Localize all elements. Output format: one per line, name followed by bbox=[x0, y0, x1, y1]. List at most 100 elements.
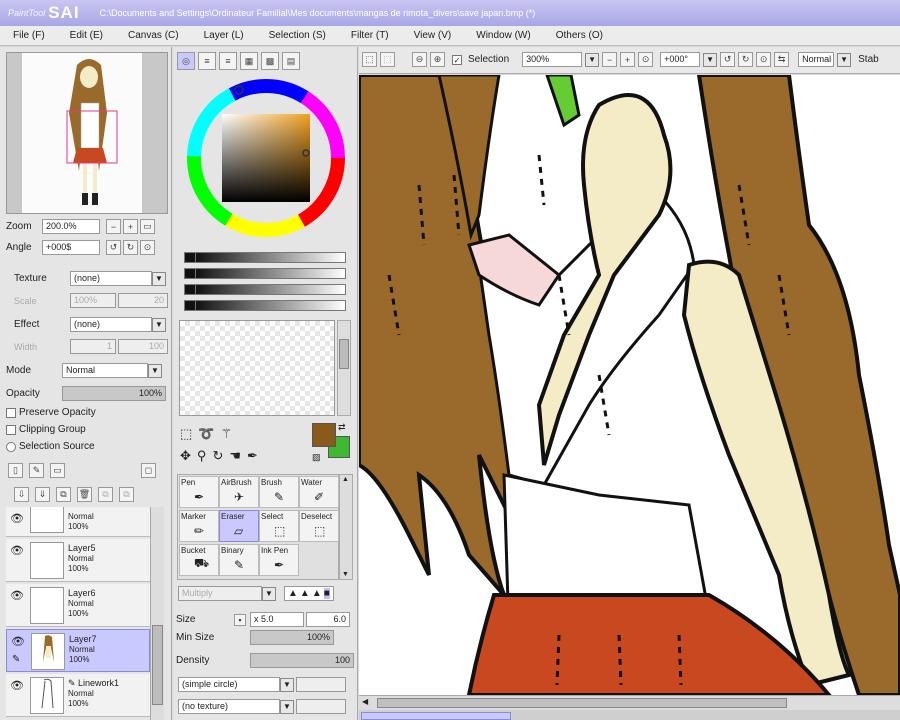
layer-mask-icon[interactable]: ◻ bbox=[141, 463, 156, 478]
zoom-in-button[interactable]: + bbox=[123, 219, 138, 234]
chevron-down-icon[interactable]: ▼ bbox=[152, 271, 166, 286]
rect-select-icon[interactable]: ⬚ bbox=[180, 426, 192, 442]
eye-icon[interactable]: 👁 bbox=[11, 635, 25, 648]
scroll-left-icon[interactable]: ◀ bbox=[362, 697, 368, 706]
menu-filter[interactable]: Filter (T) bbox=[338, 30, 401, 41]
swap-colors-icon[interactable]: ⇄ bbox=[338, 422, 346, 433]
swatches-tab-icon[interactable]: ▩ bbox=[261, 52, 279, 70]
chevron-down-icon[interactable]: ▼ bbox=[148, 363, 162, 378]
transparent-color-icon[interactable]: ▨ bbox=[312, 452, 321, 463]
chevron-down-icon[interactable]: ▼ bbox=[703, 52, 718, 67]
rotate-reset-icon[interactable]: ⊙ bbox=[756, 52, 772, 67]
scroll-up-icon[interactable]: ▲ bbox=[342, 476, 349, 483]
new-folder-icon[interactable]: ▭ bbox=[50, 463, 65, 478]
selection-show-icon[interactable]: ⬚ bbox=[380, 52, 395, 67]
menu-layer[interactable]: Layer (L) bbox=[191, 30, 256, 41]
shape-square-icon[interactable]: ■ bbox=[323, 588, 330, 599]
gradation-tab-icon[interactable]: ▦ bbox=[240, 52, 258, 70]
texture-strength-field[interactable]: 20 bbox=[118, 293, 168, 308]
brush-shape-selector[interactable]: ▲ ▲ ▲ ■ bbox=[284, 586, 334, 601]
brush-texture-select[interactable]: (no texture) bbox=[178, 699, 280, 714]
chevron-down-icon[interactable]: ▼ bbox=[585, 52, 600, 67]
tool-binary[interactable]: Binary ✎ bbox=[219, 544, 259, 576]
color-bar-2[interactable] bbox=[184, 268, 346, 279]
effect-width-field[interactable]: 1 bbox=[70, 339, 116, 354]
clipping-group-checkbox[interactable] bbox=[6, 424, 16, 435]
magic-wand-icon[interactable]: ⚚ bbox=[220, 426, 232, 442]
rotate-ccw-icon[interactable]: ↺ bbox=[720, 52, 736, 67]
texture-scale-field[interactable]: 100% bbox=[70, 293, 116, 308]
size-multiplier[interactable]: x 5.0 bbox=[250, 612, 304, 627]
rotate-reset-button[interactable]: ⊙ bbox=[140, 240, 155, 255]
eye-icon[interactable]: 👁 bbox=[10, 589, 24, 602]
color-bar-3[interactable] bbox=[184, 284, 346, 295]
tool-airbrush[interactable]: AirBrush ✈ bbox=[219, 476, 259, 508]
canvas-tab[interactable] bbox=[361, 712, 511, 720]
clear-layer-icon[interactable]: ⧉ bbox=[98, 487, 113, 502]
lasso-icon[interactable]: ➰ bbox=[198, 426, 214, 442]
selection-source-row[interactable]: Selection Source bbox=[6, 441, 95, 452]
menu-window[interactable]: Window (W) bbox=[463, 30, 542, 41]
menu-others[interactable]: Others (O) bbox=[543, 30, 615, 41]
rotate-right-button[interactable]: ↻ bbox=[123, 240, 138, 255]
brush-texture-strength[interactable] bbox=[296, 699, 346, 714]
canvas-zoom-field[interactable]: 300% bbox=[522, 52, 583, 67]
blend-mode-select[interactable]: Normal bbox=[62, 363, 148, 378]
zoom-in-canvas-icon[interactable]: ⊕ bbox=[430, 52, 445, 67]
eye-icon[interactable]: 👁 bbox=[10, 512, 24, 525]
size-range-toggle[interactable]: ▪ bbox=[234, 613, 246, 626]
scratchpad-scrollbar[interactable] bbox=[337, 320, 351, 416]
minsize-slider[interactable]: 100% bbox=[250, 630, 334, 645]
zoom-plus-icon[interactable]: + bbox=[620, 52, 636, 67]
new-linework-layer-icon[interactable]: ✎ bbox=[29, 463, 44, 478]
clipping-group-row[interactable]: Clipping Group bbox=[6, 424, 86, 435]
layer-item-layer7-selected[interactable]: 👁 ✎ Layer7 Normal 100% bbox=[6, 629, 150, 672]
scroll-down-icon[interactable]: ▼ bbox=[342, 571, 349, 578]
brush-shape-strength[interactable] bbox=[296, 677, 346, 692]
zoom-tool-icon[interactable]: ⚲ bbox=[197, 448, 207, 464]
zoom-out-canvas-icon[interactable]: ⊖ bbox=[412, 52, 427, 67]
shape-dome-icon[interactable]: ▲ bbox=[312, 588, 322, 599]
canvas-angle-field[interactable]: +000° bbox=[660, 52, 701, 67]
zoom-field[interactable]: 200.0% bbox=[42, 219, 100, 234]
eye-icon[interactable]: 👁 bbox=[10, 544, 24, 557]
rotate-tool-icon[interactable]: ↻ bbox=[212, 448, 223, 464]
brush-blend-select[interactable]: Multiply bbox=[178, 586, 262, 601]
layer-item-linework1[interactable]: 👁 ✎ Linework1 Normal 100% bbox=[6, 674, 150, 717]
selection-source-radio[interactable] bbox=[6, 441, 16, 452]
zoom-minus-icon[interactable]: − bbox=[602, 52, 618, 67]
layer-item-4[interactable]: 👁 Normal 100% bbox=[6, 507, 150, 537]
tool-scrollbar[interactable]: ▲ ▼ bbox=[339, 474, 353, 580]
flip-horizontal-icon[interactable]: ⇆ bbox=[774, 52, 790, 67]
hsv-slider-tab-icon[interactable]: ≡ bbox=[219, 52, 237, 70]
preserve-opacity-row[interactable]: Preserve Opacity bbox=[6, 407, 96, 418]
color-wheel-tab-icon[interactable]: ◎ bbox=[177, 52, 195, 70]
tool-bucket[interactable]: Bucket ⛟ bbox=[179, 544, 219, 576]
canvas-hscrollbar[interactable]: ◀ bbox=[359, 695, 900, 710]
layer-item-layer6[interactable]: 👁 Layer6 Normal 100% bbox=[6, 584, 150, 627]
shape-trapezoid-icon[interactable]: ▲ bbox=[300, 588, 310, 599]
rgb-slider-tab-icon[interactable]: ≡ bbox=[198, 52, 216, 70]
selection-checkbox[interactable]: ✓ bbox=[452, 54, 462, 65]
texture-select[interactable]: (none) bbox=[70, 271, 152, 286]
chevron-down-icon[interactable]: ▼ bbox=[152, 317, 166, 332]
zoom-reset-button[interactable]: ▭ bbox=[140, 219, 155, 234]
merge-down-icon[interactable]: ⇓ bbox=[35, 487, 50, 502]
delete-layer-icon[interactable]: 🗑 bbox=[77, 487, 92, 502]
tool-inkpen[interactable]: Ink Pen ✒ bbox=[259, 544, 299, 576]
angle-field[interactable]: +000$ bbox=[42, 240, 100, 255]
opacity-slider[interactable]: 100% bbox=[62, 386, 166, 401]
primary-color-swatch[interactable] bbox=[312, 423, 336, 447]
layer-item-layer5[interactable]: 👁 Layer5 Normal 100% bbox=[6, 539, 150, 582]
menu-edit[interactable]: Edit (E) bbox=[57, 30, 115, 41]
chevron-down-icon[interactable]: ▼ bbox=[280, 699, 294, 714]
zoom-out-button[interactable]: − bbox=[106, 219, 121, 234]
selection-edit-icon[interactable]: ⬚ bbox=[362, 52, 377, 67]
canvas-area[interactable] bbox=[359, 75, 900, 695]
scratchpad-tab-icon[interactable]: ▤ bbox=[282, 52, 300, 70]
tool-select[interactable]: Select ⬚ bbox=[259, 510, 299, 542]
tool-deselect[interactable]: Deselect ⬚ bbox=[299, 510, 339, 542]
flatten-icon[interactable]: ⧉ bbox=[119, 487, 134, 502]
eyedropper-icon[interactable]: ✒ bbox=[247, 448, 258, 464]
menu-selection[interactable]: Selection (S) bbox=[256, 30, 338, 41]
